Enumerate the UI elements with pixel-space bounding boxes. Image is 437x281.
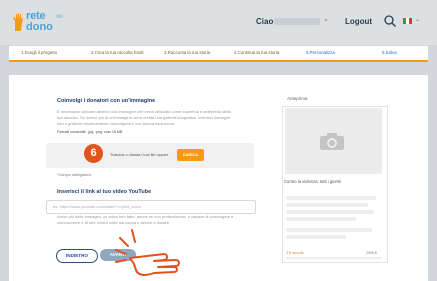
steps-bar: 1.Scegli il progetto 2.Crea la tua racco… xyxy=(9,46,428,62)
youtube-link-input[interactable]: es. https://www.youtube.com/watch?v=jWd_… xyxy=(46,200,256,214)
required-note: *Campo obbligatorio xyxy=(57,173,92,177)
preview-text-line xyxy=(286,235,346,239)
image-desc-line-3: foto o grafiche emotivamente coinvolgent… xyxy=(57,121,176,126)
youtube-section-title: Inserisci il link al tuo video YouTube xyxy=(57,189,152,195)
preview-progress-bar xyxy=(286,257,382,259)
dropzone-text: Trascina o rilascia i tuoi file oppure xyxy=(110,153,169,157)
top-header: rete del dono Ciao ⌄ Logout ⌄ xyxy=(0,0,437,45)
italy-flag-icon[interactable] xyxy=(403,18,412,24)
preview-goal-amount: 2500 € xyxy=(366,251,377,255)
language-chevron-icon[interactable]: ⌄ xyxy=(415,16,420,23)
step-4[interactable]: 4.Continua la tua storia xyxy=(234,50,279,55)
preview-label: Anteprima xyxy=(287,96,308,101)
step-5[interactable]: 5.Personalizza xyxy=(306,50,335,55)
step-2[interactable]: 2.Crea la tua raccolta fondi xyxy=(91,50,143,55)
upload-button[interactable]: CARICA xyxy=(177,149,204,161)
user-menu-chevron-icon[interactable]: ⌄ xyxy=(323,15,329,23)
step-6[interactable]: 6.Salva xyxy=(382,50,397,55)
back-button[interactable]: INDIETRO xyxy=(56,249,98,263)
preview-text-line xyxy=(286,228,372,232)
preview-text-line xyxy=(286,210,374,214)
tap-hand-icon xyxy=(115,229,180,276)
image-section-title: Coinvolgi i donatori con un'immagine xyxy=(57,98,156,104)
logo-text-del: del xyxy=(56,14,63,20)
step-badge: 6 xyxy=(84,144,103,163)
preview-raised-amount: 0 € raccolti xyxy=(286,251,304,255)
logout-link[interactable]: Logout xyxy=(345,17,372,26)
step-3[interactable]: 3.Racconta la tua storia xyxy=(164,50,210,55)
youtube-input-placeholder: es. https://www.youtube.com/watch?v=jWd_… xyxy=(53,204,142,209)
preview-text-line xyxy=(286,203,368,207)
preview-card-title: Contro la violenza, tutti i giorni! xyxy=(284,179,342,184)
search-icon[interactable] xyxy=(383,14,397,28)
user-name-blurred[interactable] xyxy=(274,18,320,25)
formats-note: Formati consentiti: .jpg, .png, max 15 M… xyxy=(57,130,123,134)
preview-text-line xyxy=(286,217,356,221)
greeting-label: Ciao xyxy=(256,17,274,26)
step-1[interactable]: 1.Scegli il progetto xyxy=(21,50,57,55)
camera-icon xyxy=(320,133,344,150)
preview-text-line xyxy=(286,196,376,200)
hand-logo-icon xyxy=(13,13,23,31)
logo-text-dono: dono xyxy=(26,21,53,33)
retedeldono-logo[interactable]: rete del dono xyxy=(12,11,82,35)
